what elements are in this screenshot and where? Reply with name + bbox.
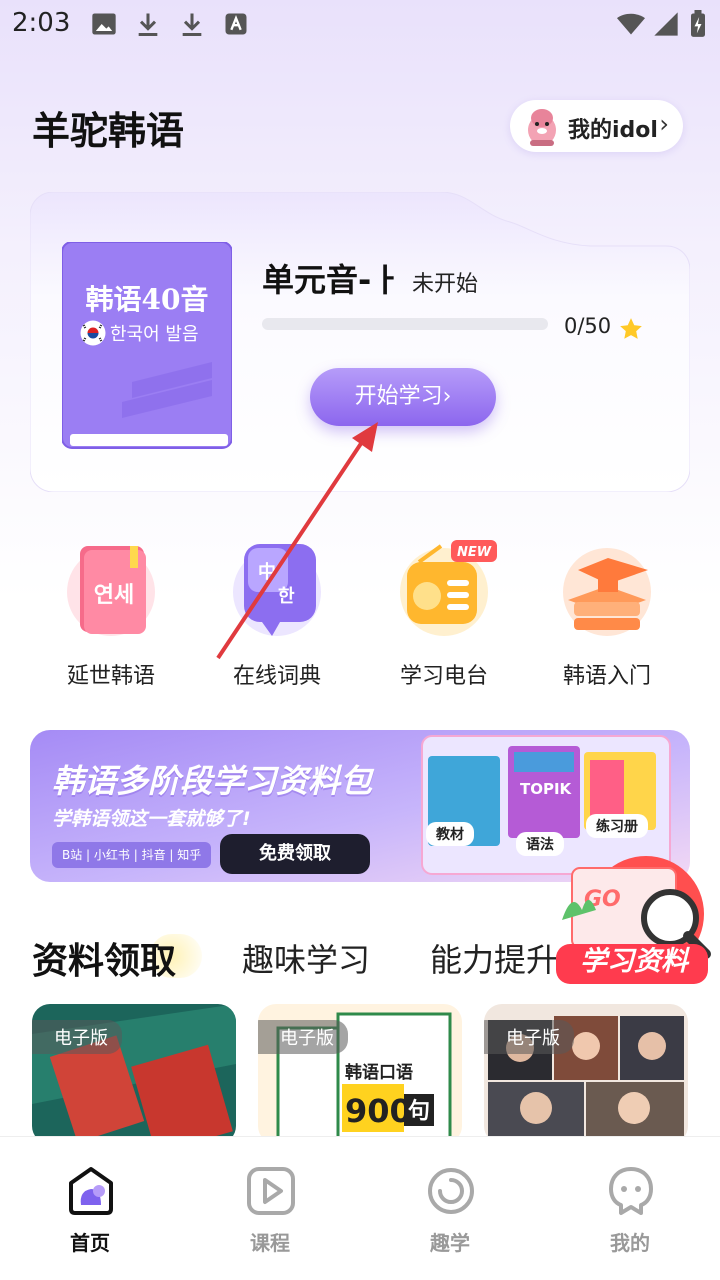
book-label: 教材	[426, 822, 474, 846]
korea-flag-icon	[80, 320, 106, 346]
chevron-right-icon: ›	[442, 384, 452, 409]
wifi-icon	[617, 13, 645, 35]
alpaca-avatar-icon	[528, 109, 556, 146]
resource-card[interactable]: 电子版	[484, 1004, 688, 1144]
radio-icon: NEW	[400, 540, 497, 636]
nav-courses[interactable]: 课程	[180, 1137, 360, 1280]
lesson-title: 单元音-ㅏ	[262, 261, 401, 299]
banner-title: 韩语多阶段学习资料包	[52, 762, 373, 800]
resource-card[interactable]: 韩语口语 900 句 电子版	[258, 1004, 462, 1144]
play-icon	[247, 1167, 295, 1215]
signal-icon	[654, 12, 678, 36]
banner-platform-tags: B站 | 小红书 | 抖音 | 知乎	[52, 842, 212, 868]
quick-link-label: 延世韩语	[66, 664, 155, 689]
resource-card[interactable]: 电子版	[32, 1004, 236, 1144]
tab-fun-learning[interactable]: 趣味学习	[242, 935, 370, 981]
status-bar: 2:03	[0, 0, 720, 50]
progress-count: 0/50	[564, 314, 612, 338]
star-icon	[620, 318, 642, 339]
quick-link-radio[interactable]: NEW 学习电台	[369, 540, 519, 690]
nav-profile[interactable]: 我的	[540, 1137, 720, 1280]
study-materials-float-ad[interactable]: GO 学习资料	[552, 848, 712, 998]
my-idol-label: 我的idol	[568, 118, 658, 143]
course-book-cover[interactable]: 韩语40音 한국어 발음	[62, 242, 232, 450]
books-stack-icon	[563, 548, 651, 636]
download-icon	[182, 13, 202, 37]
a-icon	[225, 13, 247, 35]
float-ad-label: 学习资料	[580, 946, 688, 977]
download-icon	[138, 13, 158, 37]
app-title: 羊驼韩语	[32, 109, 185, 153]
book-shape	[62, 242, 232, 449]
book-title: 韩语40音	[85, 283, 209, 316]
nav-label: 首页	[70, 1231, 110, 1255]
image-icon	[92, 13, 116, 35]
ebook-badge: 电子版	[484, 1020, 574, 1054]
home-icon	[69, 1167, 113, 1215]
book-label: 练习册	[586, 814, 648, 838]
quick-link-label: 韩语入门	[562, 664, 651, 689]
svg-text:연세: 연세	[94, 583, 134, 608]
dictionary-icon: 中 한	[233, 544, 321, 636]
nav-label: 趣学	[430, 1231, 470, 1255]
lesson-status: 未开始	[412, 272, 479, 297]
ebook-badge: 电子版	[258, 1020, 348, 1054]
ebook-badge: 电子版	[32, 1020, 122, 1054]
nav-fun-learn[interactable]: 趣学	[360, 1137, 540, 1280]
svg-text:中: 中	[258, 561, 276, 583]
bottom-navigation: 首页 课程 趣学 我的	[0, 1136, 720, 1280]
status-time: 2:03	[12, 8, 71, 38]
book-icon: 연세	[67, 546, 155, 636]
svg-text:句: 句	[408, 1098, 430, 1124]
svg-text:NEW: NEW	[457, 545, 492, 560]
quick-link-beginner[interactable]: 韩语入门	[532, 540, 682, 690]
banner-subtitle: 学韩语领这一套就够了!	[52, 808, 251, 830]
claim-free-button[interactable]: 免费领取	[220, 834, 370, 874]
lesson-progress-bar	[262, 318, 548, 330]
circle-icon	[428, 1168, 474, 1214]
quick-link-label: 在线词典	[232, 664, 321, 689]
tab-skill-boost[interactable]: 能力提升	[430, 935, 560, 981]
chevron-right-icon: ›	[659, 110, 669, 138]
profile-icon	[609, 1167, 653, 1215]
nav-label: 我的	[610, 1231, 650, 1255]
nav-label: 课程	[250, 1231, 290, 1255]
battery-icon	[691, 10, 705, 37]
svg-text:900: 900	[345, 1092, 412, 1130]
svg-text:한: 한	[278, 586, 295, 607]
nav-home[interactable]: 首页	[0, 1137, 180, 1280]
quick-link-yonsei[interactable]: 연세 延世韩语	[36, 540, 186, 690]
my-idol-button[interactable]: 我的idol ›	[510, 100, 683, 152]
tab-materials[interactable]: 资料领取	[32, 932, 176, 984]
quick-link-label: 学习电台	[399, 664, 488, 689]
quick-link-dictionary[interactable]: 中 한 在线词典	[202, 540, 352, 690]
topik-book-text: TOPIK	[520, 780, 572, 798]
svg-text:韩语口语: 韩语口语	[345, 1062, 413, 1083]
start-learning-button[interactable]: 开始学习›	[310, 368, 496, 426]
book-subtitle: 한국어 발음	[80, 320, 199, 346]
